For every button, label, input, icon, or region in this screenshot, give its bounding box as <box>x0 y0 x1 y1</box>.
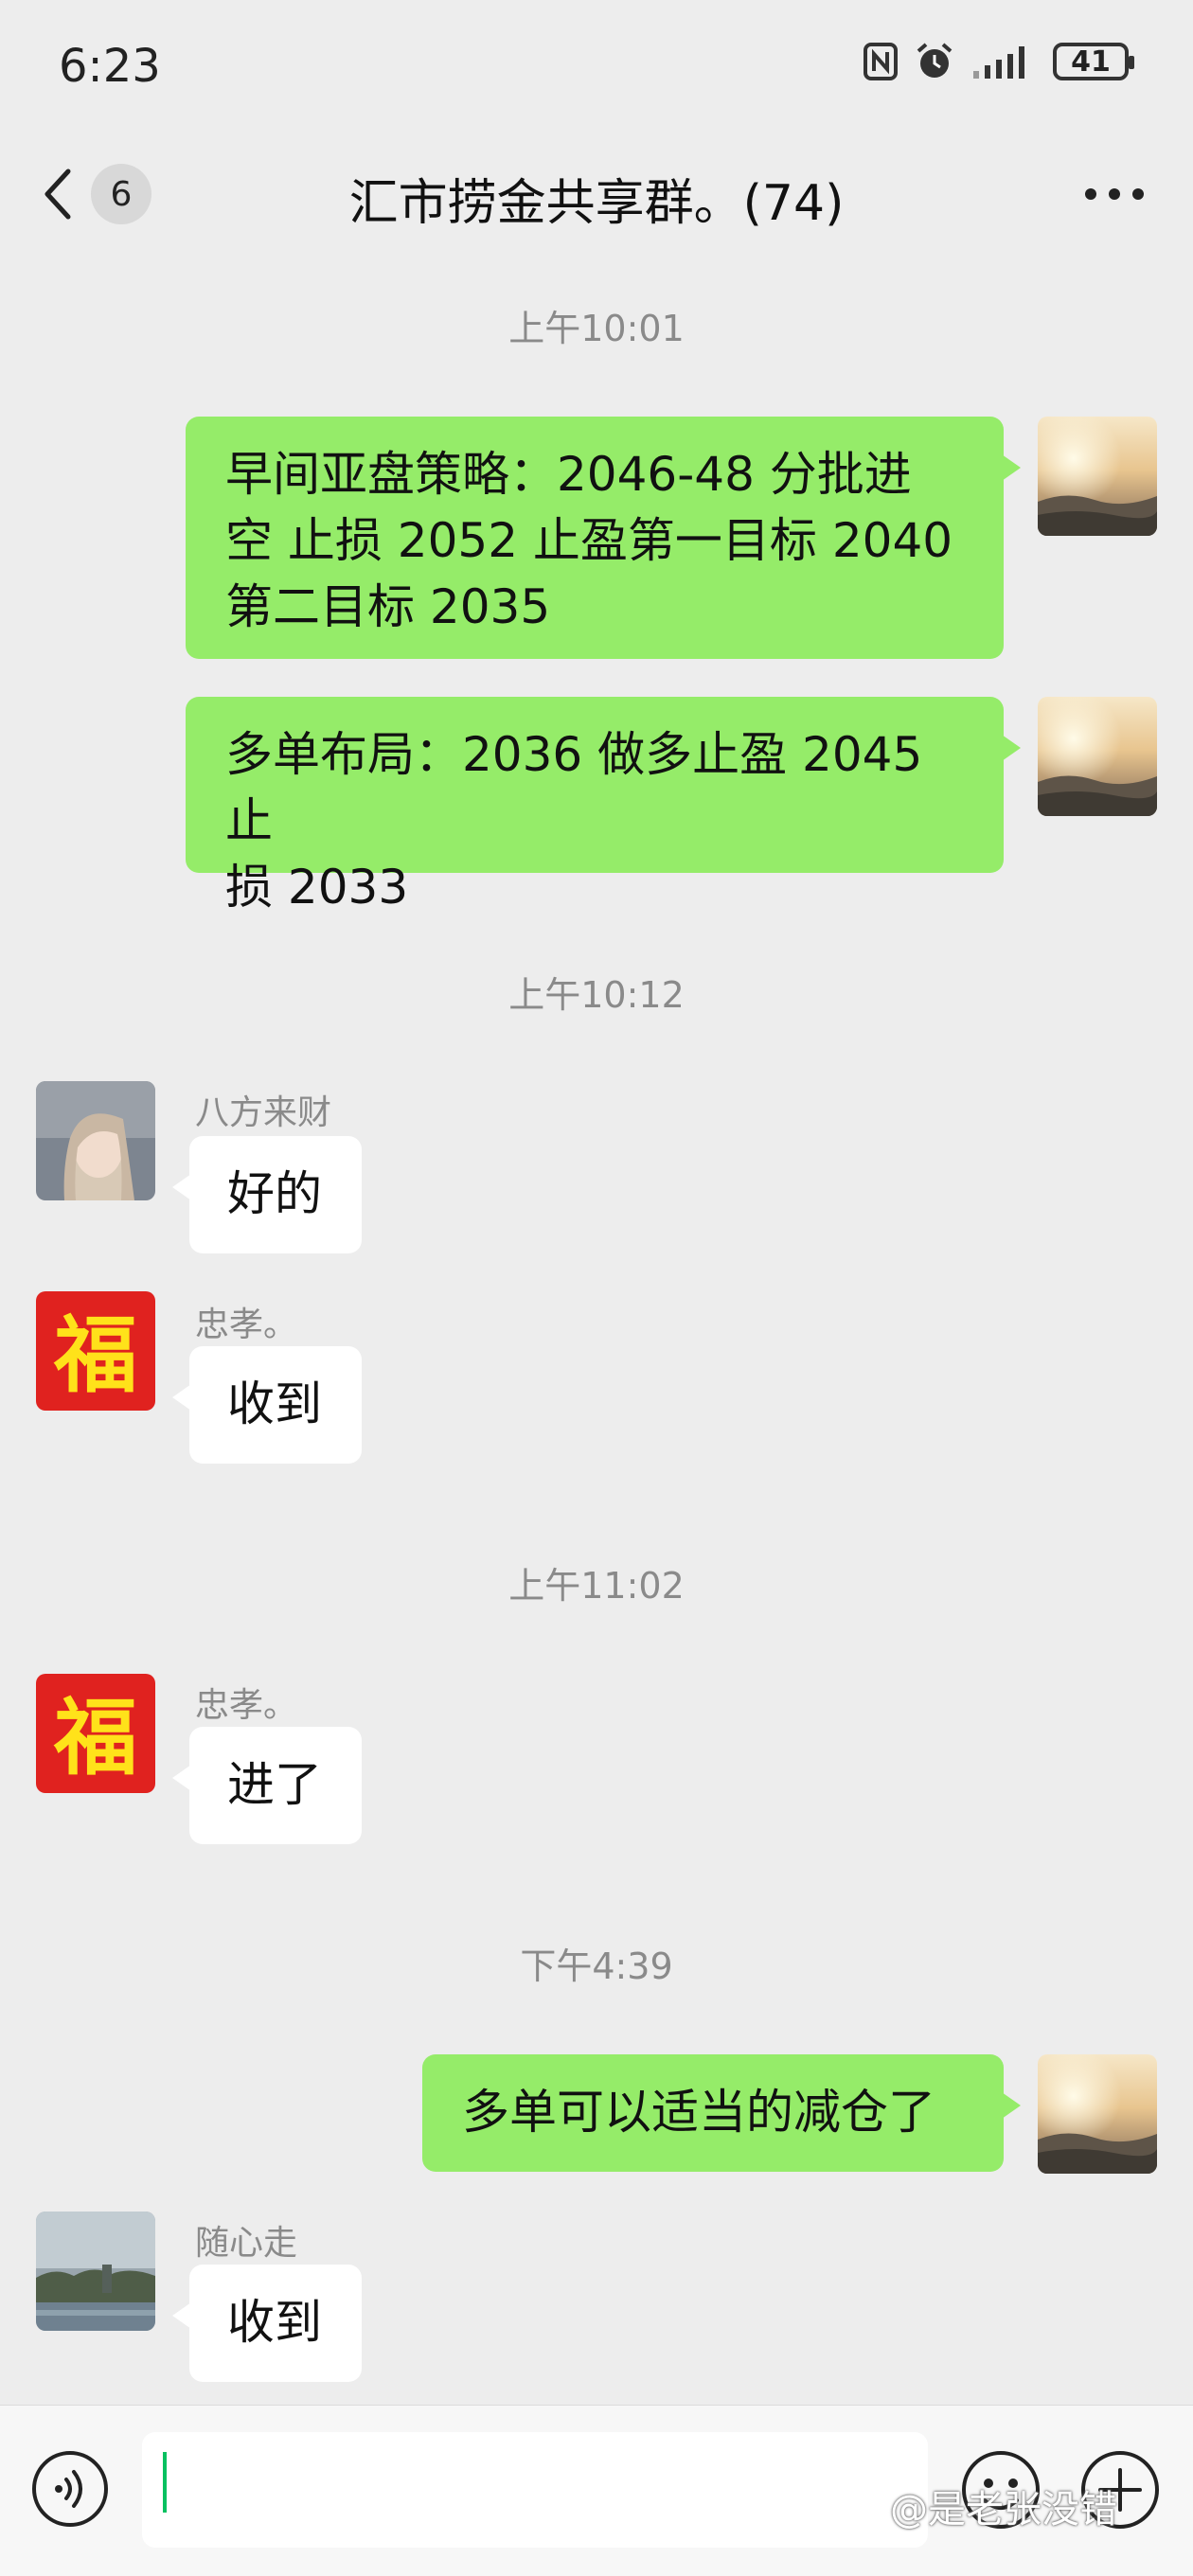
outgoing-message-bubble[interactable]: 多单可以适当的减仓了 <box>422 2054 1021 2172</box>
alarm-icon <box>917 43 953 78</box>
status-icons: 41 <box>864 42 1134 81</box>
chevron-left-icon <box>45 169 71 220</box>
chat-title: 汇市捞金共享群。(74) <box>348 175 845 232</box>
signal-icon <box>973 46 1024 79</box>
my-avatar[interactable] <box>1038 697 1157 816</box>
status-bar: 6:23 41 <box>0 0 1193 133</box>
sender-name: 忠孝。 <box>195 1306 298 1344</box>
svg-text:福: 福 <box>53 1689 137 1786</box>
message-text-line: 第二目标 2035 <box>225 579 551 634</box>
message-timestamp: 上午11:02 <box>508 1565 685 1607</box>
message-text: 多单可以适当的减仓了 <box>462 2085 935 2140</box>
message-text: 收到 <box>227 1377 322 1431</box>
message-timestamp: 上午10:12 <box>508 974 685 1016</box>
message-text: 收到 <box>227 2295 322 2350</box>
message-text: 进了 <box>227 1757 322 1812</box>
user-avatar-suixinzou[interactable] <box>36 2212 155 2331</box>
message-timestamp: 下午4:39 <box>520 1945 673 1987</box>
message-text: 好的 <box>227 1166 322 1221</box>
user-avatar-zhongxiao[interactable]: 福 <box>36 1291 155 1411</box>
voice-input-button[interactable] <box>30 2449 110 2529</box>
incoming-message-bubble[interactable]: 收到 <box>172 1346 362 1464</box>
message-timestamp: 上午10:01 <box>508 308 685 349</box>
message-text-line: 早间亚盘策略：2046-48 分批进 <box>225 447 912 502</box>
sender-name: 忠孝。 <box>195 1686 298 1725</box>
user-avatar-bafanglaicai[interactable] <box>36 1081 155 1200</box>
svg-text:福: 福 <box>53 1306 137 1404</box>
incoming-message-bubble[interactable]: 收到 <box>172 2265 362 2382</box>
outgoing-message-bubble[interactable]: 多单布局：2036 做多止盈 2045 止 损 2033 <box>186 697 1021 915</box>
incoming-message-bubble[interactable]: 进了 <box>172 1727 362 1844</box>
user-avatar-zhongxiao[interactable]: 福 <box>36 1674 155 1793</box>
message-text-line: 多单布局：2036 做多止盈 2045 止 <box>225 727 923 848</box>
text-caret <box>163 2452 167 2513</box>
status-time: 6:23 <box>59 40 161 93</box>
message-text-line: 空 止损 2052 止盈第一目标 2040 <box>225 513 953 568</box>
message-input[interactable] <box>142 2432 928 2548</box>
battery-indicator: 41 <box>1053 43 1134 80</box>
nfc-icon <box>864 43 898 80</box>
back-button[interactable]: 6 <box>42 163 165 225</box>
my-avatar[interactable] <box>1038 2054 1157 2174</box>
outgoing-message-bubble[interactable]: 早间亚盘策略：2046-48 分批进 空 止损 2052 止盈第一目标 2040… <box>186 417 1021 659</box>
more-options-icon[interactable] <box>1081 180 1148 208</box>
sender-name: 八方来财 <box>195 1093 332 1132</box>
unread-count-badge: 6 <box>91 164 151 224</box>
my-avatar[interactable] <box>1038 417 1157 536</box>
chat-header: 汇市捞金共享群。(74) 6 <box>0 142 1193 246</box>
incoming-message-bubble[interactable]: 好的 <box>172 1136 362 1253</box>
sender-name: 随心走 <box>195 2224 298 2263</box>
watermark: @是老张没错 <box>890 2488 1117 2532</box>
message-text-line: 损 2033 <box>225 860 409 915</box>
